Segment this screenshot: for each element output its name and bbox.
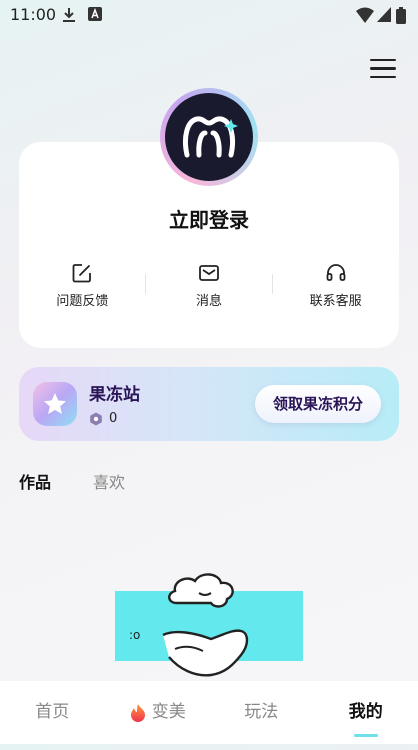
jelly-station-logo [33,382,77,426]
nav-mine[interactable]: 我的 [314,681,418,744]
app-logo-icon [165,93,253,181]
messages-button[interactable]: 消息 [146,262,273,312]
profile-actions: 问题反馈 消息 联系客服 [19,262,399,312]
jelly-station-banner[interactable]: 果冻站 0 领取果冻积分 [19,367,399,441]
nav-beautify-label: 变美 [152,681,186,744]
nav-home[interactable]: 首页 [0,681,105,744]
login-button[interactable]: 立即登录 [19,204,399,233]
messages-label: 消息 [196,290,222,309]
customer-service-label: 联系客服 [310,290,362,309]
signal-icon [377,7,391,22]
active-tab-indicator [354,734,378,737]
tab-likes[interactable]: 喜欢 [93,469,125,493]
nav-play[interactable]: 玩法 [209,681,314,744]
hamburger-menu-icon [370,59,396,61]
feedback-button[interactable]: 问题反馈 [19,262,146,312]
jelly-points: 0 [89,411,117,426]
a-box-icon [88,7,102,21]
content-tabs: 作品 喜欢 [19,469,125,493]
menu-button[interactable] [370,59,396,81]
mail-icon [198,262,220,284]
nav-play-label: 玩法 [244,702,278,722]
svg-text::o: :o [129,628,140,642]
avatar[interactable] [160,88,258,186]
download-icon [62,7,76,23]
jelly-station-title: 果冻站 [89,380,140,405]
nav-mine-label: 我的 [349,702,383,722]
points-coin-icon [89,412,103,426]
nav-home-label: 首页 [35,702,69,722]
status-time: 11:00 [10,5,56,24]
star-icon [33,382,77,426]
headset-icon [325,262,347,284]
edit-icon [71,262,93,284]
battery-icon [396,7,406,24]
status-bar: 11:00 [0,0,418,30]
fire-icon [128,703,148,723]
feedback-label: 问题反馈 [56,290,108,309]
wifi-icon [356,7,374,23]
tab-works[interactable]: 作品 [19,469,51,493]
bottom-nav: 首页 变美 玩法 我的 [0,681,418,744]
empty-state-illustration: :o [115,565,305,680]
jelly-points-value: 0 [109,411,117,426]
customer-service-button[interactable]: 联系客服 [272,262,399,312]
nav-beautify[interactable]: 变美 [105,681,210,744]
claim-points-button[interactable]: 领取果冻积分 [255,385,381,423]
